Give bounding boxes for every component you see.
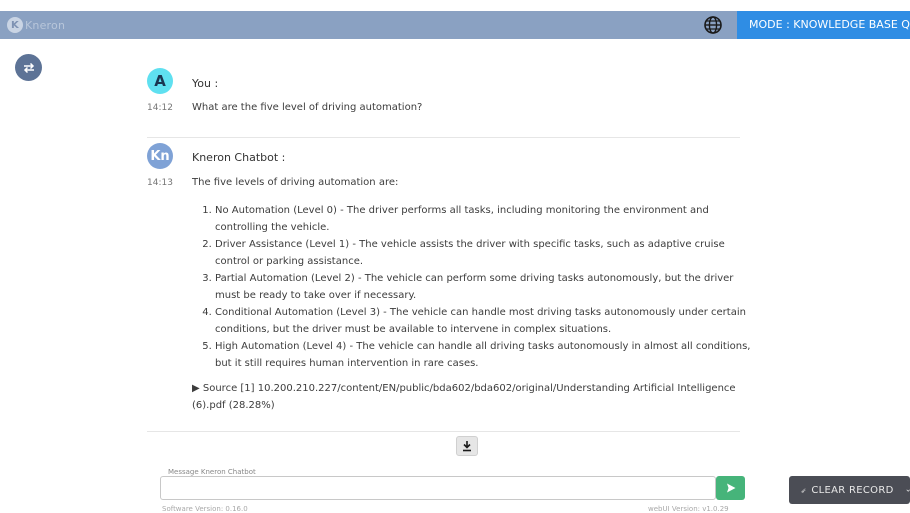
globe-icon[interactable]	[703, 15, 723, 35]
bot-name: Kneron Chatbot :	[192, 151, 286, 164]
broom-icon	[801, 488, 806, 493]
bot-intro: The five levels of driving automation ar…	[192, 177, 399, 188]
list-item: Conditional Automation (Level 3) - The v…	[215, 304, 760, 338]
sidebar-toggle-button[interactable]	[15, 54, 42, 81]
chevron-down-icon[interactable]	[906, 486, 910, 495]
user-timestamp: 14:12	[147, 103, 173, 113]
download-icon	[463, 441, 471, 452]
logo-text: Kneron	[25, 18, 66, 32]
swap-icon	[23, 62, 34, 73]
download-button[interactable]	[456, 436, 478, 456]
user-avatar: A	[147, 68, 173, 94]
list-item: Partial Automation (Level 2) - The vehic…	[215, 270, 760, 304]
list-item: Driver Assistance (Level 1) - The vehicl…	[215, 236, 760, 270]
list-item: High Automation (Level 4) - The vehicle …	[215, 338, 760, 372]
message-divider	[147, 137, 740, 138]
mode-button[interactable]: MODE : KNOWLEDGE BASE Q&A	[737, 11, 910, 39]
automation-levels-list: No Automation (Level 0) - The driver per…	[199, 202, 760, 372]
user-message: What are the five level of driving autom…	[192, 102, 423, 113]
send-icon	[726, 483, 735, 493]
webui-version: webUI Version: v1.0.29	[648, 505, 729, 513]
bot-timestamp: 14:13	[147, 178, 173, 188]
list-item: No Automation (Level 0) - The driver per…	[215, 202, 760, 236]
bot-avatar: Kn	[147, 143, 173, 169]
clear-record-button[interactable]: CLEAR RECORD	[789, 476, 910, 504]
logo-mark-icon: K	[7, 17, 23, 33]
user-name: You :	[192, 77, 219, 90]
message-divider	[147, 431, 740, 432]
message-input[interactable]	[162, 478, 716, 500]
clear-record-label: CLEAR RECORD	[811, 484, 894, 496]
app-logo: K Kneron	[7, 16, 65, 34]
message-input-label: Message Kneron Chatbot	[166, 468, 258, 476]
top-strip	[0, 0, 910, 11]
software-version: Software Version: 0.16.0	[162, 505, 248, 513]
send-button[interactable]	[716, 476, 745, 500]
source-citation[interactable]: ▶ Source [1] 10.200.210.227/content/EN/p…	[192, 380, 737, 414]
